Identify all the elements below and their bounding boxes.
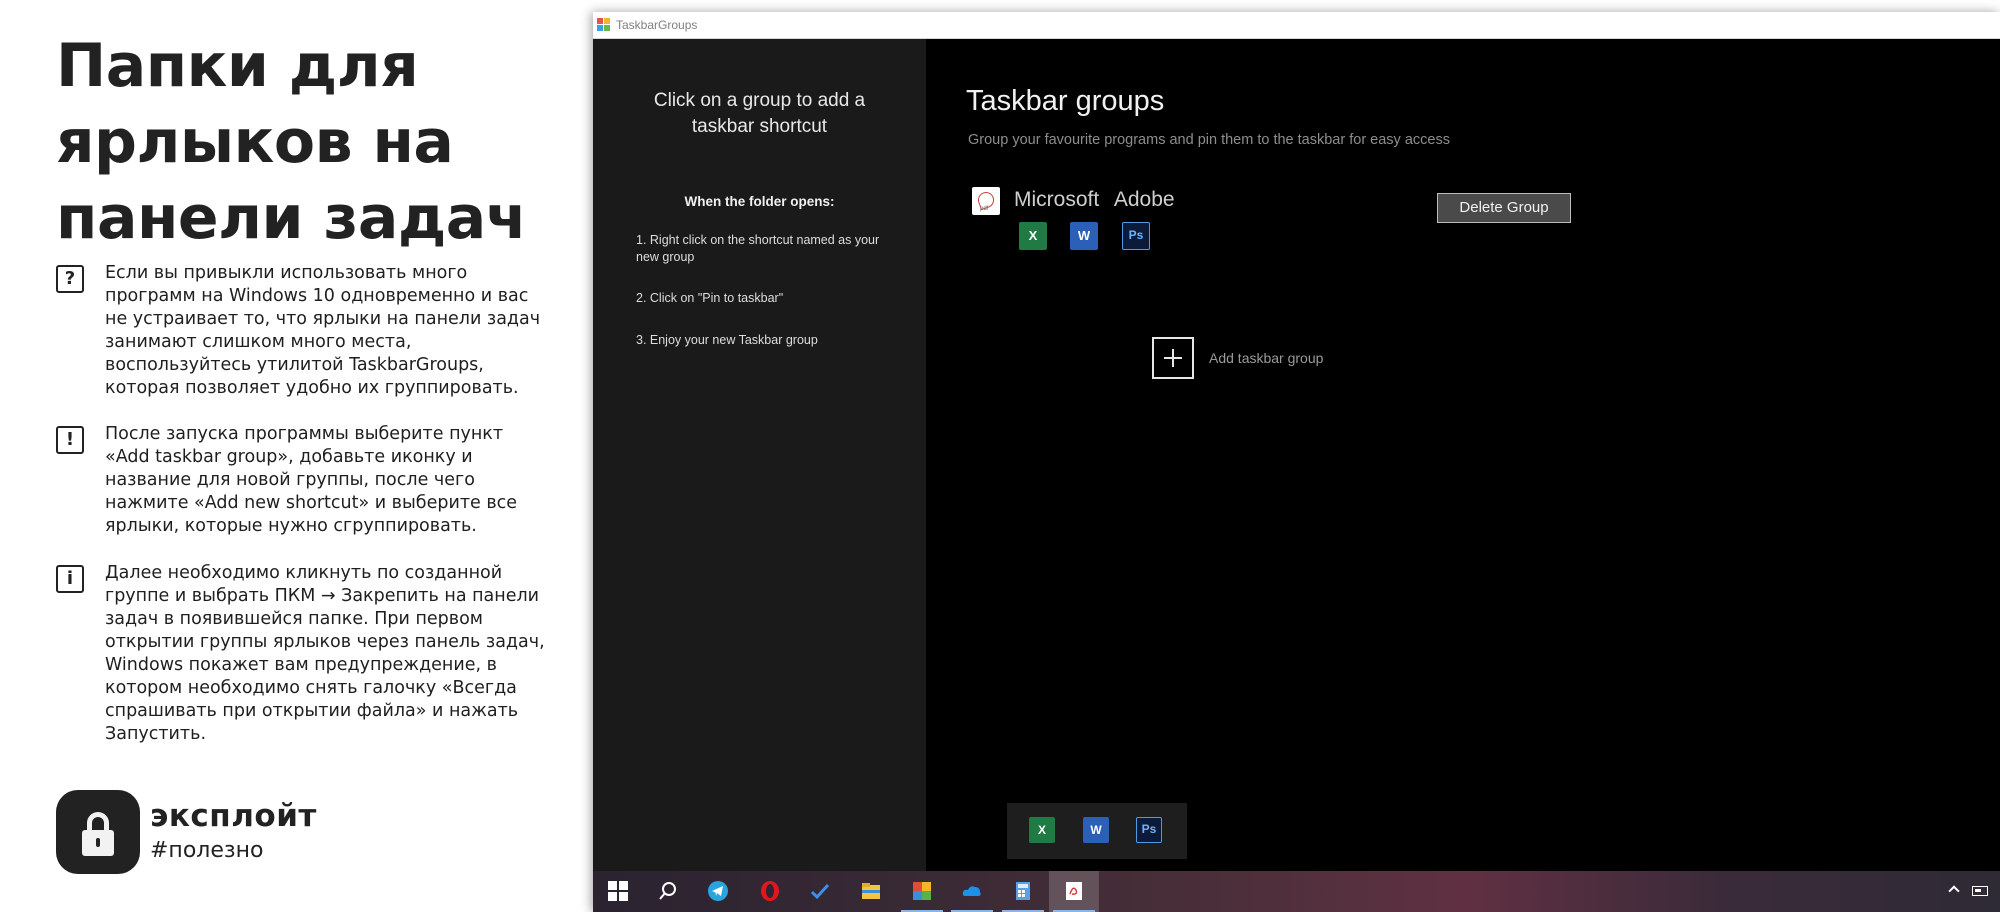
instructions-sidebar: Click on a group to add a taskbar shortc… (593, 39, 926, 872)
instruction-step: 1. Right click on the shortcut named as … (636, 233, 880, 264)
taskbar-taskbargroups[interactable] (1049, 871, 1099, 912)
page-subtitle: Group your favourite programs and pin th… (968, 132, 1450, 148)
battery-icon[interactable] (1972, 886, 1988, 896)
windows-taskbar (593, 871, 2000, 912)
search-icon (659, 882, 676, 900)
photoshop-icon[interactable]: Ps (1136, 817, 1162, 843)
taskbar-todo[interactable] (795, 871, 845, 912)
start-button[interactable] (593, 871, 643, 912)
brand-name: эксплойт (150, 798, 317, 834)
article-headline: Папки для ярлыков на панели задач (56, 31, 527, 253)
add-taskbar-group-label: Add taskbar group (1209, 350, 1324, 366)
group-name: Microsoft Adobe (1014, 188, 1175, 211)
tip-text: Далее необходимо кликнуть по созданной г… (105, 563, 545, 744)
word-icon: W (1070, 222, 1098, 250)
taskbar-search-button[interactable] (643, 871, 693, 912)
system-tray (1940, 871, 2000, 912)
paint-icon (913, 882, 931, 900)
info-icon: i (56, 565, 84, 593)
calculator-icon (1016, 882, 1030, 900)
word-icon[interactable]: W (1083, 817, 1109, 843)
page-title: Taskbar groups (966, 85, 1165, 117)
sidebar-heading: Click on a group to add a taskbar shortc… (653, 90, 866, 137)
exclamation-icon: ! (56, 426, 84, 454)
instruction-step: 2. Click on "Pin to taskbar" (636, 291, 784, 305)
brand-block: эксплойт #полезно (56, 790, 376, 876)
taskbar-onedrive[interactable] (947, 871, 997, 912)
window-titlebar[interactable]: TaskbarGroups (593, 12, 2000, 39)
excel-icon: X (1019, 222, 1047, 250)
app-window: TaskbarGroups Click on a group to add a … (593, 12, 2000, 912)
telegram-icon (708, 881, 728, 901)
question-icon: ? (56, 265, 84, 293)
main-content: Taskbar groups Group your favourite prog… (926, 39, 2000, 872)
pdf-icon: pdf (972, 187, 1000, 215)
tip-text: После запуска программы выберите пункт «… (105, 424, 518, 536)
tray-chevron-up-icon[interactable] (1948, 885, 1960, 897)
lock-icon (56, 790, 140, 874)
excel-icon[interactable]: X (1029, 817, 1055, 843)
taskbar-file-explorer[interactable] (846, 871, 896, 912)
taskbar-group-card[interactable]: pdf Microsoft Adobe X W Ps (972, 187, 1422, 267)
photoshop-icon: Ps (1122, 222, 1150, 250)
todo-icon (810, 883, 830, 900)
onedrive-icon (962, 886, 981, 896)
tip-block: ! После запуска программы выберите пункт… (56, 423, 546, 543)
tip-text: Если вы привыкли использовать много прог… (105, 263, 541, 398)
file-explorer-icon (862, 883, 880, 899)
windows-logo-icon (608, 881, 628, 901)
window-title: TaskbarGroups (616, 18, 698, 32)
taskbargroups-icon (1066, 882, 1082, 900)
taskbar-opera[interactable] (745, 871, 795, 912)
article-panel: Папки для ярлыков на панели задач ? Если… (0, 0, 590, 912)
taskbar-paint[interactable] (897, 871, 947, 912)
opera-icon (761, 881, 779, 901)
tip-block: ? Если вы привыкли использовать много пр… (56, 262, 546, 402)
sidebar-subheading: When the folder opens: (684, 194, 835, 209)
brand-tag: #полезно (150, 838, 264, 863)
plus-icon (1152, 337, 1194, 379)
add-taskbar-group-button[interactable]: Add taskbar group (1152, 337, 1412, 381)
taskbar-calculator[interactable] (998, 871, 1048, 912)
delete-group-button[interactable]: Delete Group (1437, 193, 1571, 223)
group-popup-menu: X W Ps (1007, 803, 1187, 859)
taskbar-telegram[interactable] (693, 871, 743, 912)
app-icon (597, 18, 611, 32)
instruction-step: 3. Enjoy your new Taskbar group (636, 333, 818, 347)
tip-block: i Далее необходимо кликнуть по созданной… (56, 562, 546, 752)
